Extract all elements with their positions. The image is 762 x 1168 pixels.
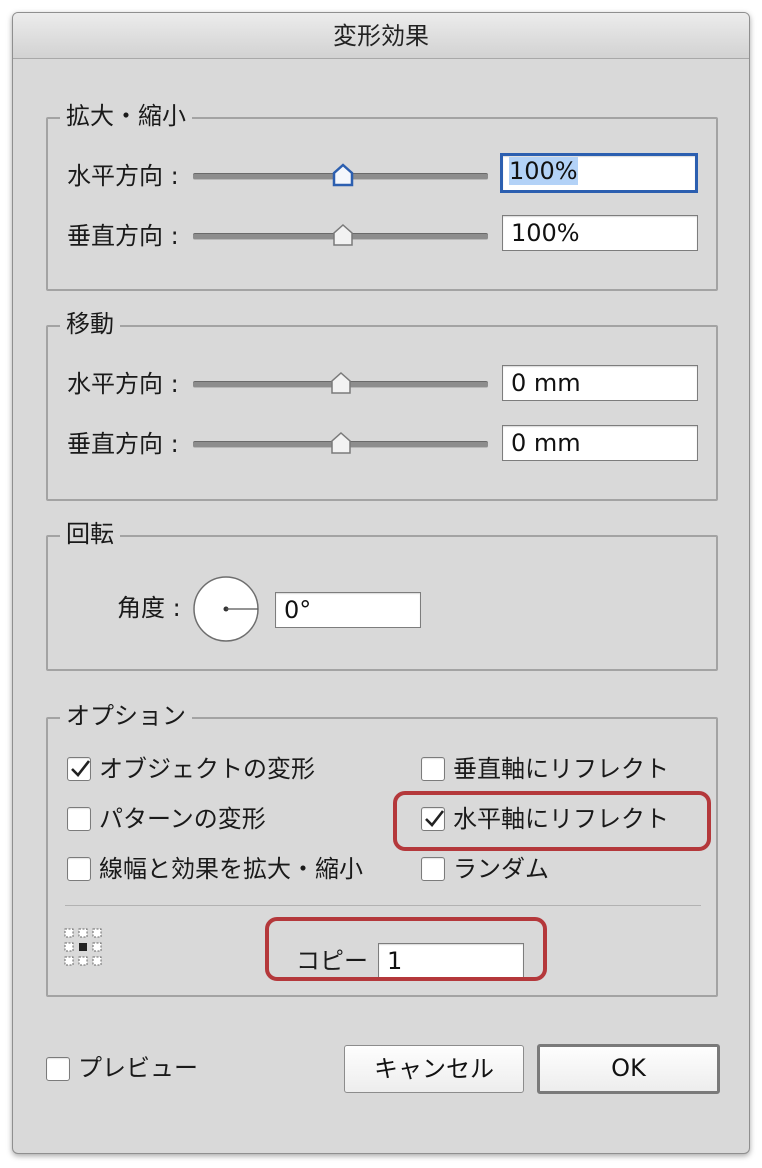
transform-effect-dialog: 変形効果 拡大・縮小 水平方向 : 100% 垂直方向 : 100% 移動 水平… [12, 12, 750, 1154]
transform-patterns-checkbox[interactable] [67, 807, 91, 831]
reference-point-icon[interactable] [63, 927, 103, 967]
reflect-vertical-label: 垂直軸にリフレクト [453, 755, 669, 783]
dialog-title: 変形効果 [13, 13, 749, 59]
scale-vertical-label: 垂直方向 : [67, 222, 179, 250]
cancel-button[interactable]: キャンセル [344, 1045, 524, 1093]
reflect-horizontal-highlight [393, 791, 711, 851]
move-legend: 移動 [60, 309, 120, 339]
move-group: 移動 水平方向 : 0 mm 垂直方向 : 0 mm [46, 309, 718, 501]
rotate-group: 回転 角度 : 0° [46, 519, 718, 671]
transform-objects-label: オブジェクトの変形 [99, 755, 315, 783]
options-legend: オプション [60, 701, 192, 731]
ok-button[interactable]: OK [537, 1044, 720, 1094]
transform-patterns-label: パターンの変形 [99, 805, 266, 833]
preview-checkbox[interactable] [46, 1057, 70, 1081]
move-vertical-input[interactable]: 0 mm [502, 425, 698, 461]
random-label: ランダム [453, 855, 549, 883]
scale-vertical-slider-thumb[interactable] [332, 223, 354, 247]
move-horizontal-slider-thumb[interactable] [330, 371, 352, 395]
scale-horizontal-slider-thumb[interactable] [332, 163, 354, 187]
move-horizontal-label: 水平方向 : [67, 370, 179, 398]
scale-horizontal-value: 100% [509, 157, 578, 185]
copies-highlight [265, 917, 547, 981]
scale-horizontal-label: 水平方向 : [67, 162, 179, 190]
scale-strokes-checkbox[interactable] [67, 857, 91, 881]
random-checkbox[interactable] [421, 857, 445, 881]
rotate-legend: 回転 [60, 519, 120, 549]
angle-label: 角度 : [117, 594, 181, 622]
options-separator [65, 905, 701, 906]
move-vertical-slider-thumb[interactable] [330, 431, 352, 455]
scale-strokes-label: 線幅と効果を拡大・縮小 [99, 855, 363, 883]
scale-horizontal-input[interactable]: 100% [500, 153, 698, 193]
scale-legend: 拡大・縮小 [60, 101, 192, 131]
scale-group: 拡大・縮小 水平方向 : 100% 垂直方向 : 100% [46, 101, 718, 291]
angle-input[interactable]: 0° [275, 592, 421, 628]
move-vertical-label: 垂直方向 : [67, 430, 179, 458]
preview-label: プレビュー [78, 1054, 198, 1082]
scale-vertical-input[interactable]: 100% [502, 215, 698, 251]
reflect-vertical-checkbox[interactable] [421, 757, 445, 781]
transform-objects-checkbox[interactable] [67, 757, 91, 781]
move-horizontal-input[interactable]: 0 mm [502, 365, 698, 401]
angle-dial-icon[interactable] [192, 575, 260, 643]
